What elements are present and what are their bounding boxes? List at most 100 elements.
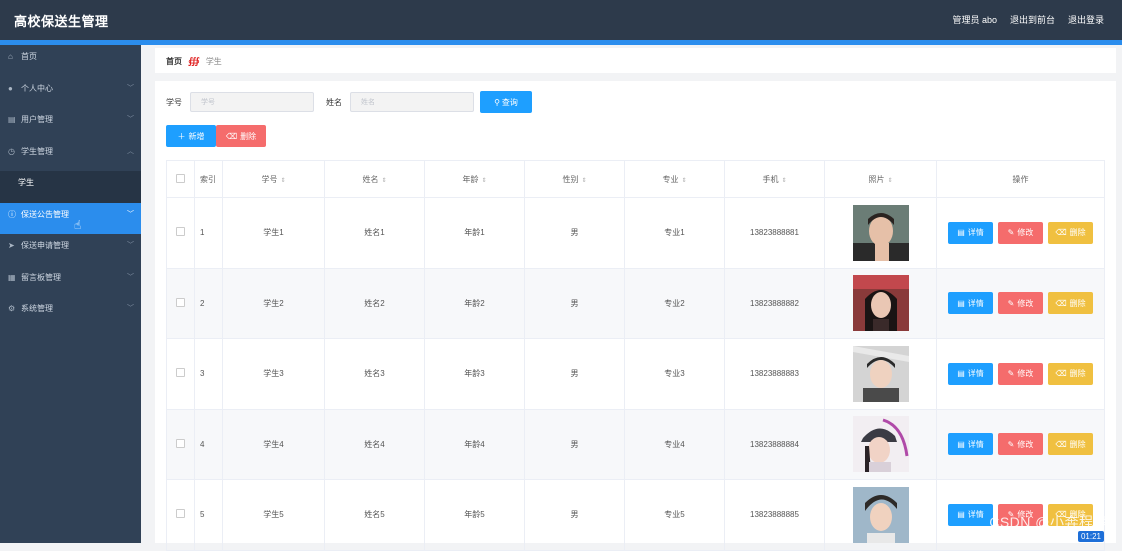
breadcrumb-home[interactable]: 首页 — [166, 56, 182, 67]
edit-button[interactable]: ✎ 修改 — [998, 221, 1043, 244]
detail-label: 详情 — [967, 439, 984, 449]
edit-label: 修改 — [1017, 369, 1034, 379]
pencil-icon: ✎ — [1007, 228, 1015, 238]
row-checkbox[interactable] — [176, 438, 185, 448]
row-select-cell — [166, 408, 195, 480]
cell-actions: ▤ 详情 ✎ 修改 ⌫ 删除 — [936, 338, 1105, 410]
top-bar: 高校保送生管理 管理员 abo 退出到前台 退出登录 — [0, 0, 1122, 40]
student-photo[interactable] — [852, 416, 909, 473]
cell-photo — [824, 479, 937, 551]
header-actions: 操作 — [936, 160, 1105, 198]
trash-icon: ⌫ — [225, 131, 238, 141]
detail-button[interactable]: ▤ 详情 — [948, 503, 993, 526]
cell-gender: 男 — [524, 408, 625, 480]
query-button[interactable]: ⚲ 查询 — [480, 91, 532, 113]
detail-button[interactable]: ▤ 详情 — [948, 292, 993, 315]
select-all-checkbox[interactable] — [176, 173, 185, 183]
header-age[interactable]: 年龄 ⇕ — [424, 160, 525, 198]
pencil-icon: ✎ — [1007, 298, 1015, 308]
name-label: 姓名 — [326, 97, 342, 107]
sidebar: ⌂ 首页 ● 个人中心 ﹀ ▤ 用户管理 ﹀ ◷ 学生管理 ︿ 学生 ⓘ 保送公告管理 ﹀… — [0, 45, 141, 543]
sidebar-item-label: 学生管理 — [21, 146, 53, 156]
remove-button[interactable]: ⌫ 删除 — [1048, 362, 1093, 385]
header-name[interactable]: 姓名 ⇕ — [324, 160, 425, 198]
info-icon: ⓘ — [8, 209, 16, 219]
sidebar-item-home[interactable]: ⌂ 首页 — [0, 45, 141, 77]
edit-button[interactable]: ✎ 修改 — [998, 292, 1043, 315]
sidebar-item-users[interactable]: ▤ 用户管理 ﹀ — [0, 108, 141, 140]
row-checkbox[interactable] — [176, 297, 185, 307]
sidebar-item-profile[interactable]: ● 个人中心 ﹀ — [0, 77, 141, 109]
exit-front-link[interactable]: 退出到前台 — [1010, 13, 1055, 26]
breadcrumb-separator-icon: ∰ — [188, 56, 200, 66]
add-button[interactable]: ＋ 新增 — [166, 125, 216, 147]
clock-icon: ◷ — [8, 146, 15, 156]
sidebar-item-applications[interactable]: ➤ 保送申请管理 ﹀ — [0, 234, 141, 266]
cell-major: 专业1 — [624, 197, 725, 269]
folder-icon: ▤ — [8, 115, 16, 124]
remove-button[interactable]: ⌫ 删除 — [1048, 221, 1093, 244]
table-row: 3 学生3 姓名3 年龄3 男 专业3 13823888883 ▤ 详情 ✎ 修改 … — [166, 338, 1105, 410]
detail-button[interactable]: ▤ 详情 — [948, 221, 993, 244]
student-photo[interactable] — [852, 345, 909, 402]
sidebar-subitem-student[interactable]: 学生 — [0, 171, 141, 203]
batch-delete-button[interactable]: ⌫ 删除 — [216, 125, 266, 147]
logout-link[interactable]: 退出登录 — [1068, 13, 1104, 26]
pencil-icon: ✎ — [1007, 439, 1015, 449]
cell-phone: 13823888883 — [724, 338, 825, 410]
cell-actions: ▤ 详情 ✎ 修改 ⌫ 删除 — [936, 408, 1105, 480]
detail-button[interactable]: ▤ 详情 — [948, 433, 993, 456]
student-photo[interactable] — [852, 486, 909, 543]
header-photo[interactable]: 照片 ⇕ — [824, 160, 937, 198]
trash-icon: ⌫ — [1055, 298, 1067, 308]
cell-student-id: 学生2 — [222, 267, 325, 339]
sort-icon: ⇕ — [280, 177, 286, 184]
cell-gender: 男 — [524, 197, 625, 269]
cell-gender: 男 — [524, 267, 625, 339]
cell-name: 姓名5 — [324, 479, 425, 551]
recording-timer: 01:21 — [1077, 531, 1104, 542]
row-checkbox[interactable] — [176, 368, 185, 378]
remove-label: 删除 — [1069, 298, 1086, 308]
student-photo[interactable] — [852, 275, 909, 332]
row-select-cell — [166, 267, 195, 339]
remove-button[interactable]: ⌫ 删除 — [1048, 433, 1093, 456]
sidebar-item-message-board[interactable]: ▦ 留言板管理 ﹀ — [0, 266, 141, 298]
cell-name: 姓名3 — [324, 338, 425, 410]
pencil-icon: ✎ — [1007, 369, 1015, 379]
cell-photo — [824, 338, 937, 410]
table-row: 4 学生4 姓名4 年龄4 男 专业4 13823888884 ▤ 详情 ✎ 修改 … — [166, 408, 1105, 480]
header-student-id[interactable]: 学号 ⇕ — [222, 160, 325, 198]
cell-actions: ▤ 详情 ✎ 修改 ⌫ 删除 — [936, 197, 1105, 269]
breadcrumb: 首页 ∰ 学生 — [166, 56, 222, 67]
edit-button[interactable]: ✎ 修改 — [998, 433, 1043, 456]
sidebar-item-students[interactable]: ◷ 学生管理 ︿ — [0, 140, 141, 172]
pointer-cursor-icon: ☝ — [74, 217, 82, 232]
student-id-input[interactable] — [190, 92, 314, 112]
search-form: 学号 姓名 ⚲ 查询 — [166, 91, 532, 113]
header-phone[interactable]: 手机 ⇕ — [724, 160, 825, 198]
cell-photo — [824, 267, 937, 339]
header-label: 学号 — [261, 174, 278, 184]
detail-button[interactable]: ▤ 详情 — [948, 362, 993, 385]
header-gender[interactable]: 性别 ⇕ — [524, 160, 625, 198]
watermark-text: CSDN @小奔程序 — [989, 514, 1108, 530]
row-checkbox[interactable] — [176, 227, 185, 237]
cell-actions: ▤ 详情 ✎ 修改 ⌫ 删除 — [936, 267, 1105, 339]
cell-age: 年龄4 — [424, 408, 525, 480]
cell-gender: 男 — [524, 479, 625, 551]
edit-button[interactable]: ✎ 修改 — [998, 362, 1043, 385]
cell-name: 姓名4 — [324, 408, 425, 480]
sidebar-item-announcements[interactable]: ⓘ 保送公告管理 ﹀ ☝ — [0, 202, 141, 234]
header-major[interactable]: 专业 ⇕ — [624, 160, 725, 198]
trash-icon: ⌫ — [1055, 228, 1067, 238]
remove-button[interactable]: ⌫ 删除 — [1048, 292, 1093, 315]
student-id-label: 学号 — [166, 97, 182, 107]
name-input[interactable] — [350, 92, 474, 112]
cell-major: 专业4 — [624, 408, 725, 480]
sidebar-item-system[interactable]: ⚙ 系统管理 ﹀ — [0, 297, 141, 329]
student-photo[interactable] — [852, 204, 909, 261]
document-icon: ▤ — [957, 510, 965, 520]
detail-label: 详情 — [967, 369, 984, 379]
row-checkbox[interactable] — [176, 509, 185, 519]
